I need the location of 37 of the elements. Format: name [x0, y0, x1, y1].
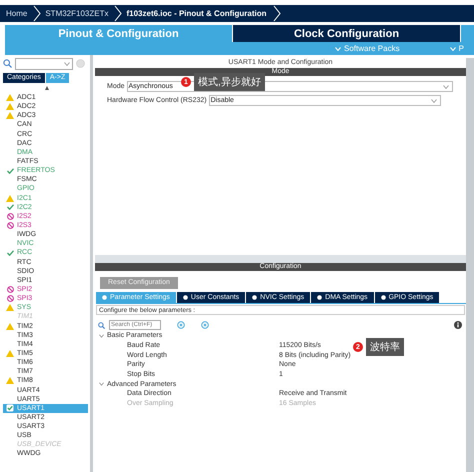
expand-caret-icon [99, 334, 104, 338]
warning-icon [6, 194, 14, 202]
chevron-down-icon [450, 46, 456, 50]
main-tab[interactable]: Clock Configuration [233, 25, 461, 42]
search-icon [3, 59, 12, 68]
warning-icon [6, 350, 14, 357]
callout-note: 模式,异步就好 [194, 73, 265, 91]
blocked-icon [6, 295, 14, 302]
clear-icon[interactable] [177, 321, 185, 329]
warning-icon [6, 304, 14, 312]
breadcrumb-link[interactable]: Home [6, 9, 30, 18]
expand-caret-icon [99, 382, 104, 386]
callout-note: 波特率 [366, 338, 404, 356]
chevron-icon [33, 5, 42, 22]
warning-icon [6, 322, 14, 330]
breadcrumb-link[interactable]: STM32F103ZETx [45, 9, 110, 18]
chevron-down-icon [335, 46, 341, 50]
dropdown-caret-icon [430, 98, 437, 102]
check-icon [6, 250, 14, 256]
dropdown-caret-icon [64, 62, 70, 66]
search-field[interactable] [15, 58, 73, 70]
search-icon [98, 322, 105, 328]
blocked-icon [6, 222, 14, 230]
check-icon [6, 204, 14, 210]
checkbox-icon [6, 404, 14, 412]
clear-icon[interactable] [76, 59, 85, 68]
sort-arrow-icon [44, 86, 48, 90]
blocked-icon [6, 286, 14, 294]
chevron-icon [272, 5, 280, 22]
blocked-icon [6, 212, 14, 220]
breadcrumb-link[interactable]: f103zet6.ioc - Pinout & Configuration [126, 9, 268, 18]
warning-icon [6, 377, 14, 384]
chevron-icon [114, 5, 122, 22]
dropdown-caret-icon [442, 84, 449, 88]
check-icon [6, 168, 14, 174]
clear-icon[interactable] [201, 321, 209, 329]
info-icon[interactable] [454, 321, 462, 329]
